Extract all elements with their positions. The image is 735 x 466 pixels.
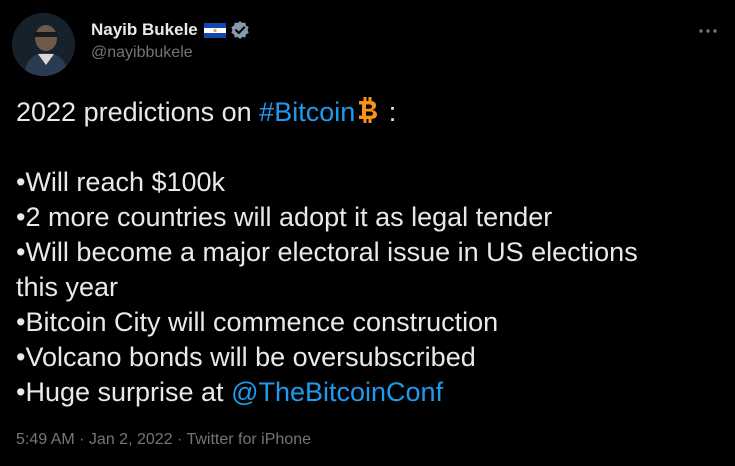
bullet-5: •Volcano bonds will be oversubscribed [16,342,476,372]
bullet-6-prefix: •Huge surprise at [16,377,232,407]
tweet-date[interactable]: Jan 2, 2022 [89,431,173,448]
mention-link[interactable]: @TheBitcoinConf [231,377,443,407]
tweet-text: 2022 predictions on #Bitcoin : •Will rea… [16,95,716,410]
bullet-2: •2 more countries will adopt it as legal… [16,202,553,232]
tweet-card: Nayib Bukele @nayibbukele 2022 predictio… [0,0,735,466]
tweet-source[interactable]: Twitter for iPhone [186,431,311,448]
line1-suffix: : [381,97,397,127]
hashtag-link[interactable]: #Bitcoin [259,97,355,127]
meta-separator: · [74,431,89,448]
bullet-3-line-1: •Will become a major electoral issue in … [16,237,638,267]
line1-prefix: 2022 predictions on [16,97,260,127]
verified-badge-icon [230,20,250,40]
avatar-image [12,13,75,76]
meta-separator: · [172,431,187,448]
bullet-3-line-2: this year [16,272,119,302]
bullet-4: •Bitcoin City will commence construction [16,307,499,337]
name-row: Nayib Bukele [91,19,250,41]
bullet-1: •Will reach $100k [16,167,226,197]
avatar[interactable] [12,13,75,76]
handle[interactable]: @nayibbukele [91,44,250,62]
el-salvador-flag-icon [203,22,226,38]
display-name[interactable]: Nayib Bukele [91,20,198,40]
tweet-time[interactable]: 5:49 AM [16,431,75,448]
tweet-meta: 5:49 AM · Jan 2, 2022 · Twitter for iPho… [16,431,311,449]
bitcoin-emoji-icon [355,95,381,125]
more-options-icon[interactable] [697,20,719,42]
author-block: Nayib Bukele @nayibbukele [91,19,250,62]
